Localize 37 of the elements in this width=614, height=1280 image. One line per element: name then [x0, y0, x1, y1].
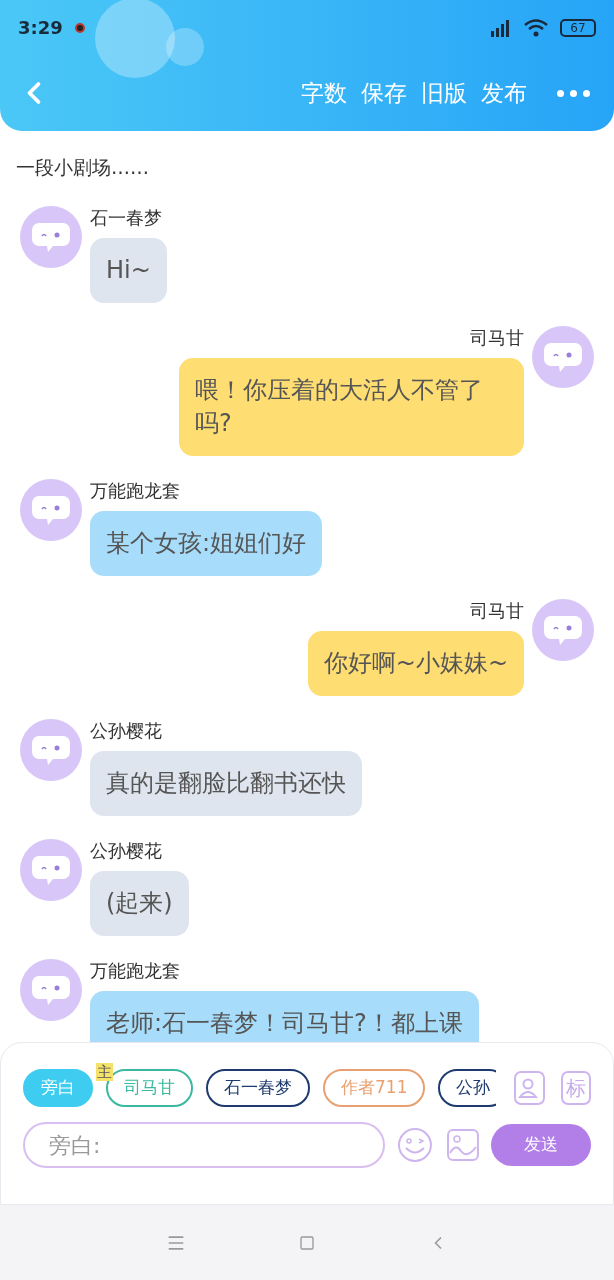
home-icon[interactable]: [299, 1234, 315, 1251]
scene-title: 一段小剧场……: [15, 155, 150, 180]
clock: 3:29: [18, 16, 63, 40]
person-icon: [518, 1077, 541, 1099]
role-chip[interactable]: 公孙: [438, 1069, 496, 1107]
sender-name: 司马甘: [470, 325, 524, 350]
role-chip[interactable]: 旁白: [23, 1069, 93, 1107]
message-bubble: (起来): [90, 870, 189, 936]
signal-icon: [488, 18, 512, 37]
more-icon[interactable]: [557, 89, 590, 97]
wifi-icon: [524, 18, 548, 37]
role-chip[interactable]: 石一春梦: [206, 1069, 310, 1107]
message-bubble: 某个女孩:姐姐们好: [90, 510, 323, 576]
header-action[interactable]: 旧版: [421, 75, 467, 111]
sender-name: 石一春梦: [90, 205, 162, 230]
contact-button[interactable]: [514, 1071, 545, 1105]
message-bubble: 你好啊~小妹妹~: [307, 630, 524, 696]
sender-name: 公孙樱花: [90, 718, 162, 743]
battery-indicator: 67: [560, 18, 596, 37]
lead-badge: 主: [96, 1063, 113, 1081]
mark-button[interactable]: 标: [560, 1071, 591, 1105]
message-bubble: 真的是翻脸比翻书还快: [90, 750, 362, 816]
header-action[interactable]: 发布: [481, 75, 527, 111]
sender-name: 万能跑龙套: [90, 478, 180, 503]
message-input[interactable]: 旁白:: [23, 1122, 386, 1168]
image-icon[interactable]: [447, 1129, 480, 1161]
message-bubble: 老师:石一春梦！司马甘?！都上课: [90, 990, 479, 1043]
header-action[interactable]: 字数: [301, 75, 347, 111]
emoji-icon[interactable]: [397, 1127, 434, 1163]
send-button[interactable]: 发送: [491, 1124, 591, 1166]
sender-name: 万能跑龙套: [90, 958, 180, 983]
sender-name: 司马甘: [470, 598, 524, 623]
role-chip[interactable]: 作者711: [323, 1069, 426, 1107]
header-action[interactable]: 保存: [361, 75, 407, 111]
sender-name: 公孙樱花: [90, 838, 162, 863]
message-bubble: Hi~: [90, 237, 167, 303]
message-bubble: 喂！你压着的大活人不管了吗?: [179, 357, 524, 456]
